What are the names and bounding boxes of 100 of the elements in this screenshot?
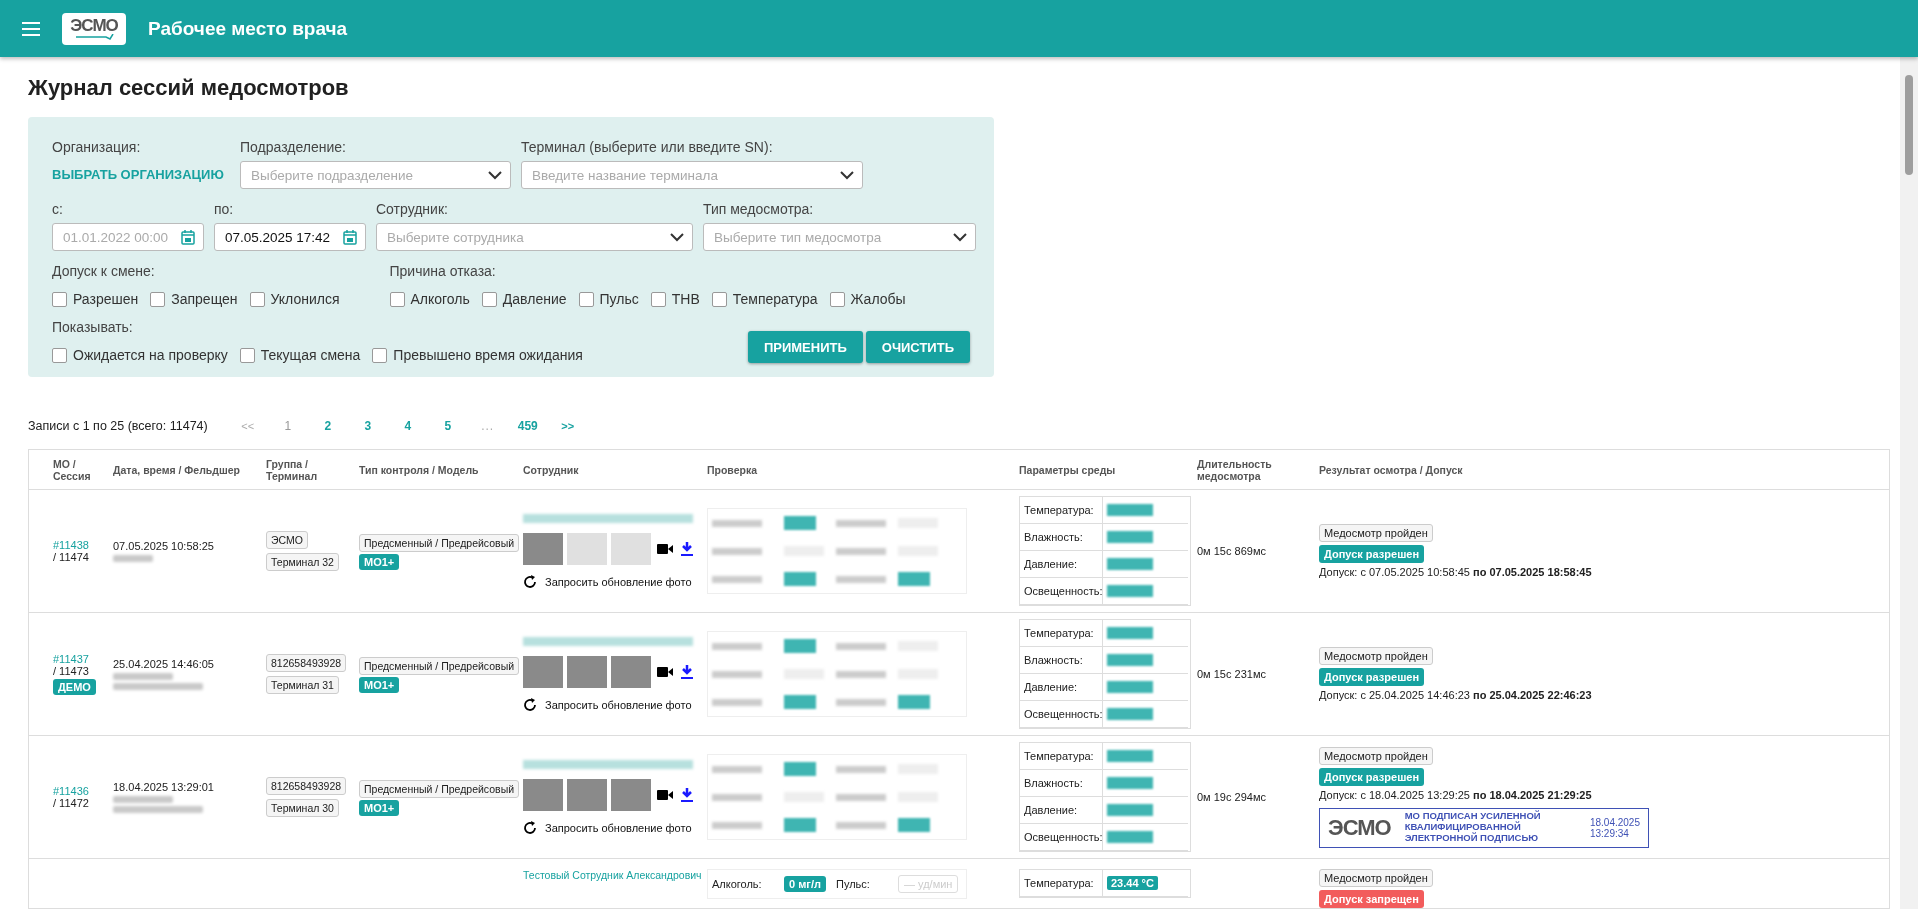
photo-placeholder (611, 778, 651, 811)
select-organization-link[interactable]: ВЫБРАТЬ ОРГАНИЗАЦИЮ (52, 167, 224, 183)
redacted-text (836, 575, 886, 583)
checkbox[interactable]: Алкоголь (389, 291, 470, 307)
redacted-text (836, 765, 886, 773)
download-icon[interactable] (679, 787, 695, 802)
stamp-text: МО ПОДПИСАН УСИЛЕННОЙ КВАЛИФИЦИРОВАННОЙ ЭЛЕКТРОННОЙ ПОДПИСЬЮ (1404, 811, 1542, 844)
check-label: Алкоголь: (712, 878, 762, 890)
stamp-logo: ЭСМО (1328, 814, 1391, 841)
page-link[interactable]: 1 (267, 419, 308, 433)
chevron-down-icon (953, 232, 967, 242)
session-link[interactable]: #11436 (53, 785, 89, 797)
env-label: Давление: (1024, 804, 1078, 816)
redacted-value (1107, 627, 1153, 639)
env-label: Температура: (1024, 877, 1094, 889)
redacted-text (113, 673, 173, 680)
video-camera-icon[interactable] (657, 664, 673, 679)
calendar-icon[interactable] (343, 229, 357, 245)
env-label: Влажность: (1024, 777, 1083, 789)
redacted-value (1107, 750, 1153, 762)
checkbox[interactable]: Давление (481, 291, 567, 307)
photo-placeholder (523, 655, 563, 688)
clear-button[interactable]: ОЧИСТИТЬ (865, 331, 970, 363)
terminal-tag: Терминал 31 (266, 676, 339, 694)
redacted-text (898, 572, 930, 586)
page-link[interactable]: 3 (347, 419, 388, 433)
env-label: Температура: (1024, 504, 1094, 516)
group-tag: 812658493928 (266, 777, 347, 795)
exam-result-tag: Медосмотр пройден (1319, 746, 1433, 765)
select-field[interactable]: Выберите сотрудника (376, 223, 693, 251)
refresh-photo-button[interactable]: Запросить обновление фото (523, 820, 692, 835)
photo-placeholder (611, 655, 651, 688)
env-label: Влажность: (1024, 654, 1083, 666)
stamp-date: 18.04.2025 (1589, 816, 1640, 828)
redacted-value (1107, 681, 1153, 693)
admission-period: Допуск: с 25.04.2025 14:46:23 по 25.04.2025 22:46:23 (1319, 689, 1592, 701)
redacted-text (898, 818, 930, 832)
checkbox[interactable]: Превышено время ожидания (372, 347, 583, 363)
redacted-text (836, 670, 886, 678)
session-link[interactable]: #11438 (53, 539, 89, 551)
page-link[interactable]: 5 (427, 419, 468, 433)
admission-badge: Допуск запрещен (1319, 890, 1424, 908)
model-badge: МО1+ (359, 800, 400, 816)
redacted-text (712, 670, 762, 678)
download-icon[interactable] (679, 664, 695, 679)
scrollbar[interactable] (1900, 57, 1918, 909)
menu-icon[interactable] (22, 21, 40, 36)
env-label: Влажность: (1024, 531, 1083, 543)
refresh-photo-button[interactable]: Запросить обновление фото (523, 697, 692, 712)
refresh-photo-button[interactable]: Запросить обновление фото (523, 574, 692, 589)
page-link[interactable]: 4 (387, 419, 428, 433)
redacted-value (1107, 831, 1153, 843)
refresh-icon (523, 697, 537, 712)
env-label: Освещенность: (1024, 585, 1103, 597)
checkbox[interactable]: Уклонился (249, 291, 340, 307)
photo-placeholder (567, 655, 607, 688)
checkbox[interactable]: Ожидается на проверку (52, 347, 228, 363)
checkbox[interactable]: Температура (711, 291, 818, 307)
video-camera-icon[interactable] (657, 541, 673, 556)
checkbox[interactable]: Разрешен (52, 291, 139, 307)
redacted-text (712, 698, 762, 706)
column-header: Длительность медосмотра (1197, 457, 1273, 482)
video-camera-icon[interactable] (657, 787, 673, 802)
page-nav-link[interactable]: >> (547, 420, 588, 432)
calendar-icon[interactable] (181, 229, 195, 245)
demo-badge: ДЕМО (53, 679, 96, 695)
control-type-tag: Предсменный / Предрейсовый (359, 780, 520, 798)
session-link[interactable]: #11437 (53, 653, 89, 665)
checkbox[interactable]: ТНВ (650, 291, 700, 307)
date-time: 18.04.2025 13:29:01 (113, 781, 215, 793)
select-field[interactable]: Выберите тип медосмотра (703, 223, 976, 251)
checkbox[interactable]: Пульс (578, 291, 639, 307)
page-title: Журнал сессий медосмотров (28, 75, 350, 101)
admission-badge: Допуск разрешен (1319, 545, 1425, 563)
download-icon[interactable] (679, 541, 695, 556)
app-title: Рабочее место врача (148, 17, 348, 40)
select-field[interactable]: 01.01.2022 00:00 (52, 223, 204, 251)
control-type-tag: Предсменный / Предрейсовый (359, 534, 520, 552)
checkbox[interactable]: Жалобы (829, 291, 906, 307)
redacted-value (1107, 777, 1153, 789)
employee-link[interactable]: Тестовый Сотрудник Александрович (523, 869, 707, 881)
apply-button[interactable]: ПРИМЕНИТЬ (747, 331, 863, 363)
page-link[interactable]: 459 (507, 419, 548, 433)
page-link[interactable]: 2 (307, 419, 348, 433)
column-header: Дата, время / Фельдшер (113, 463, 241, 476)
duration: 0м 15с 869мс (1197, 545, 1266, 557)
photo-placeholder (523, 778, 563, 811)
redacted-text (836, 821, 886, 829)
select-field[interactable]: Введите название терминала (521, 161, 863, 189)
checkbox[interactable]: Текущая смена (239, 347, 361, 363)
redacted-value (1107, 804, 1153, 816)
redacted-text (712, 519, 762, 527)
redacted-text (113, 555, 153, 562)
field-label: Тип медосмотра: (703, 201, 815, 217)
env-value: 23.44 °C (1107, 876, 1158, 890)
date-field[interactable]: 07.05.2025 17:42 (214, 223, 366, 251)
select-field[interactable]: Выберите подразделение (240, 161, 511, 189)
session-number: / 11473 (53, 665, 90, 677)
redacted-text (784, 695, 816, 709)
checkbox[interactable]: Запрещен (150, 291, 238, 307)
